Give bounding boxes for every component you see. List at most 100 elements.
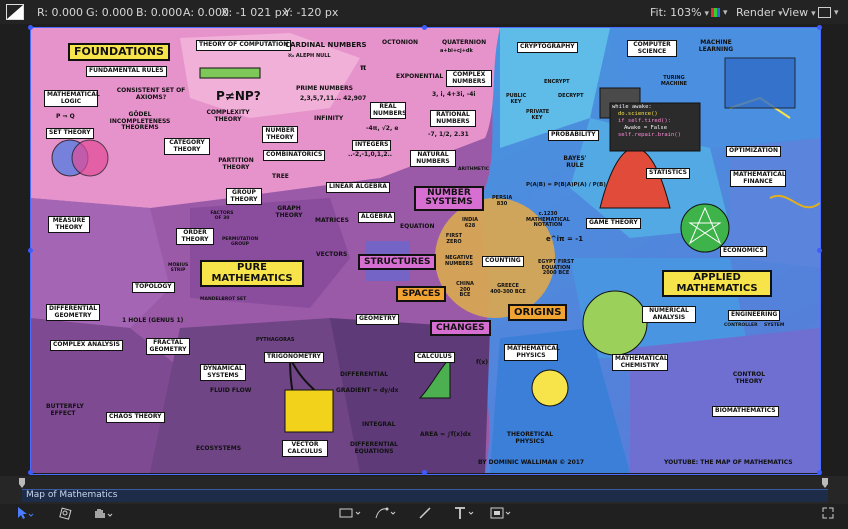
complexity-theory-label: COMPLEXITY THEORY [206, 109, 250, 123]
color-swatch-icon[interactable] [6, 4, 24, 20]
optimization-label: OPTIMIZATION [726, 146, 782, 157]
vector-calculus-label: VECTOR CALCULUS [282, 440, 328, 458]
select-tool-icon[interactable] [16, 506, 34, 523]
resize-handle-bottom-left[interactable] [28, 470, 33, 475]
resize-handle-top-right[interactable] [817, 25, 822, 30]
mask-tool-icon[interactable] [489, 506, 513, 523]
pen-tool-icon[interactable] [373, 506, 397, 523]
resize-handle-right[interactable] [817, 248, 822, 253]
chevron-down-icon: ▾ [723, 8, 728, 18]
measure-theory-label: MEASURE THEORY [48, 216, 90, 234]
integers-examples: ..-2,-1,0,1,2.. [348, 151, 393, 158]
theory-of-computation-label: THEORY OF COMPUTATION [196, 40, 292, 51]
biomathematics-label: BIOMATHEMATICS [712, 406, 779, 417]
prime-numbers-label: PRIME NUMBERS [296, 85, 353, 92]
playhead-end-icon[interactable] [822, 478, 828, 488]
fullscreen-icon[interactable] [821, 506, 835, 523]
india-label: INDIA 628 [462, 217, 478, 229]
persia-label: PERSIA 830 [492, 195, 513, 207]
differential-label: DIFFERENTIAL [340, 371, 389, 378]
shape-tool-icon[interactable] [338, 506, 362, 523]
group-theory-label: GROUP THEORY [226, 188, 262, 206]
fit-zoom-label: Fit: 103% [650, 6, 702, 19]
cryptography-label: CRYPTOGRAPHY [517, 42, 578, 53]
computer-science-label: COMPUTER SCIENCE [627, 40, 677, 58]
matrices-label: MATRICES [315, 217, 349, 224]
factors-label: FACTORS OF 30 [210, 211, 234, 221]
pythagoras-label: PYTHAGORAS [256, 337, 295, 343]
channel-menu[interactable]: ▾ [711, 5, 728, 18]
layout-menu[interactable]: ▾ [818, 5, 839, 18]
render-label: Render [736, 6, 776, 19]
cardinal-numbers-label: CARDINAL NUMBERS [285, 41, 367, 49]
control-theory-label: CONTROL THEORY [732, 371, 766, 385]
numerical-analysis-label: NUMERICAL ANALYSIS [642, 306, 696, 324]
public-key-label: PUBLIC KEY [506, 93, 527, 105]
resize-handle-top-left[interactable] [28, 25, 33, 30]
mathematical-physics-label: MATHEMATICAL PHYSICS [504, 344, 560, 362]
egypt-label: EGYPT FIRST EQUATION 2000 BCE [538, 259, 574, 276]
topology-label: TOPOLOGY [132, 282, 175, 293]
rational-numbers-label: RATIONAL NUMBERS [430, 110, 476, 128]
p-implies-q: P ⇒ Q [56, 113, 75, 120]
octonion-label: OCTONION [382, 39, 419, 46]
changes-label: CHANGES [430, 320, 491, 336]
mathematical-finance-label: MATHEMATICAL FINANCE [730, 170, 786, 188]
viewer-toolbar: R: 0.000 G: 0.000 B: 0.000 A: 0.000 X: -… [0, 0, 848, 24]
clip-name: Map of Mathematics [26, 490, 118, 500]
text-tool-icon[interactable] [453, 506, 477, 523]
structures-label: STRUCTURES [358, 254, 437, 270]
gradient-label: GRADIENT = dy/dx [336, 387, 399, 394]
chaos-theory-label: CHAOS THEORY [106, 412, 165, 423]
mathematical-chemistry-label: MATHEMATICAL CHEMISTRY [612, 354, 668, 372]
map-of-mathematics-image[interactable]: FOUNDATIONS FUNDAMENTAL RULES THEORY OF … [30, 28, 820, 473]
mobius-strip-label: MÖBIUS STRIP [168, 263, 189, 273]
number-systems-label: NUMBER SYSTEMS [414, 186, 484, 211]
view-menu[interactable]: View ▾ [782, 6, 816, 19]
p-np-label: P≠NP? [216, 89, 261, 103]
negative-numbers-label: NEGATIVE NUMBERS [445, 255, 473, 267]
first-zero-label: FIRST ZERO [445, 233, 463, 245]
fit-zoom-menu[interactable]: Fit: 103% ▾ [650, 6, 709, 19]
greece-label: GREECE 400-300 BCE [490, 283, 526, 295]
timeline-clip[interactable]: Map of Mathematics [22, 489, 828, 502]
controller-label: CONTROLLER [724, 323, 758, 328]
rational-examples: -7, 1/2, 2.31 [428, 131, 469, 138]
resize-handle-left[interactable] [28, 248, 33, 253]
resize-handle-top[interactable] [422, 25, 427, 30]
youtube-credit: YOUTUBE: THE MAP OF MATHEMATICS [664, 459, 793, 466]
linear-algebra-label: LINEAR ALGEBRA [326, 182, 390, 193]
transform-tool-icon[interactable] [58, 506, 74, 523]
foundations-label: FOUNDATIONS [68, 43, 170, 61]
china-label: CHINA 200 BCE [456, 281, 474, 298]
y-readout: Y: -120 px [284, 6, 339, 19]
fluid-flow-label: FLUID FLOW [210, 387, 252, 394]
economics-label: ECONOMICS [720, 246, 767, 257]
complex-examples: 3, i, 4+3i, -4i [432, 91, 476, 98]
machine-learning-label: MACHINE LEARNING [698, 39, 734, 53]
statistics-label: STATISTICS [646, 168, 690, 179]
fractal-geometry-label: FRACTAL GEOMETRY [146, 338, 190, 356]
green-readout: G: 0.000 [86, 6, 134, 19]
real-numbers-label: REAL NUMBERS [370, 102, 406, 120]
view-label: View [782, 6, 809, 19]
resize-handle-bottom[interactable] [422, 470, 427, 475]
counting-label: COUNTING [482, 256, 524, 267]
color-channels-icon [711, 7, 720, 17]
euler-identity: e^iπ = -1 [546, 235, 584, 243]
aleph-null-label: ℵ₀ ALEPH NULL [288, 53, 331, 59]
complex-numbers-label: COMPLEX NUMBERS [446, 70, 492, 88]
chevron-down-icon: ▾ [834, 8, 839, 18]
render-menu[interactable]: Render ▾ [736, 6, 783, 19]
chevron-down-icon: ▾ [811, 9, 816, 19]
graph-theory-label: GRAPH THEORY [275, 205, 303, 219]
brush-tool-icon[interactable] [418, 506, 432, 523]
hand-tool-icon[interactable] [92, 506, 114, 523]
trigonometry-label: TRIGONOMETRY [264, 352, 324, 363]
playhead-start-icon[interactable] [19, 478, 25, 488]
mandelbrot-label: MANDELBROT SET [200, 297, 247, 302]
resize-handle-bottom-right[interactable] [817, 470, 822, 475]
category-theory-label: CATEGORY THEORY [164, 138, 210, 156]
complex-analysis-label: COMPLEX ANALYSIS [50, 340, 123, 351]
vectors-label: VECTORS [316, 251, 348, 258]
